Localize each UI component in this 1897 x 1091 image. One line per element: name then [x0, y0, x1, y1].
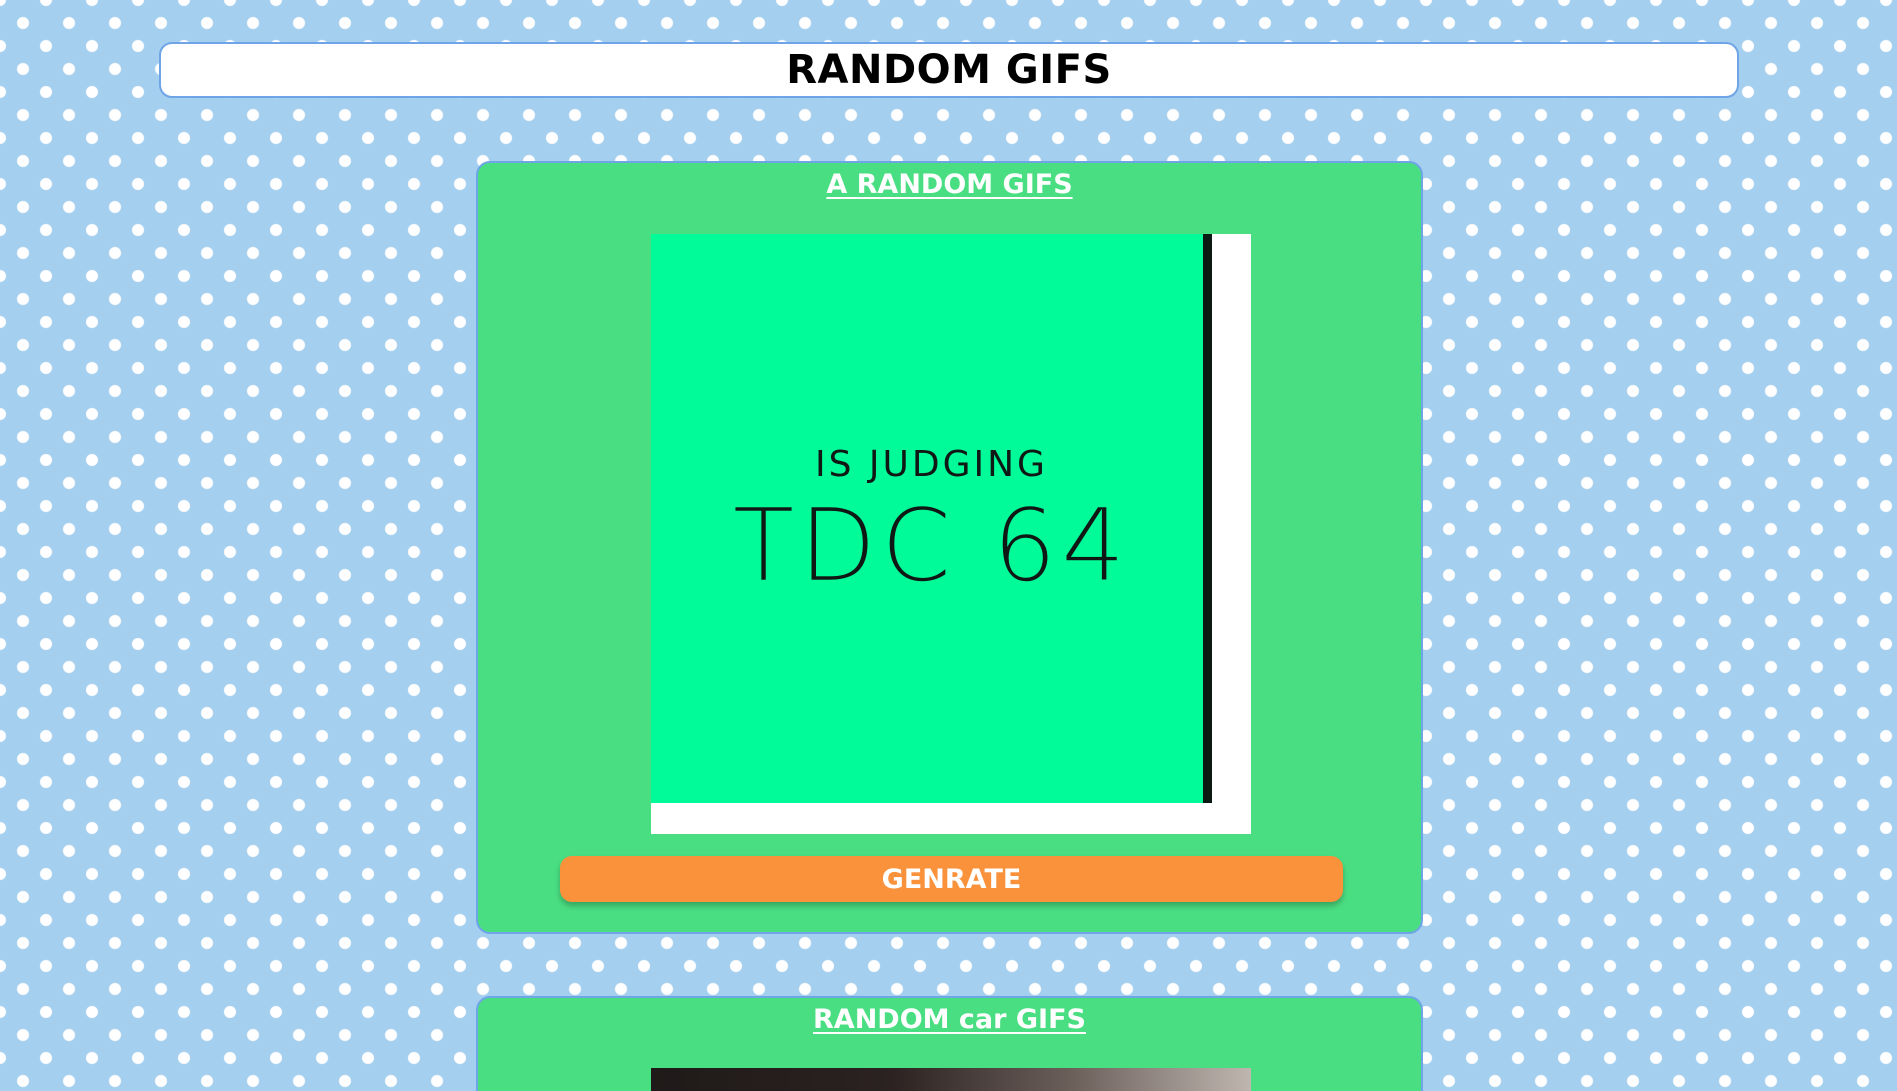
page-title: RANDOM GIFS	[786, 47, 1112, 93]
gif-text-line2: TDC 64	[733, 487, 1130, 604]
random-gif-card: A RANDOM GIFS IS JUDGING TDC 64 GENRATE	[476, 161, 1423, 934]
random-car-gif-card: RANDOM car GIFS	[476, 996, 1423, 1091]
gif-content: IS JUDGING TDC 64	[651, 234, 1212, 803]
page-header: RANDOM GIFS	[159, 42, 1739, 98]
gif-text-line1: IS JUDGING	[815, 444, 1048, 485]
random-gif-image: IS JUDGING TDC 64	[651, 234, 1251, 834]
generate-button[interactable]: GENRATE	[560, 856, 1343, 902]
random-gif-card-title-link[interactable]: A RANDOM GIFS	[478, 169, 1421, 200]
random-car-gif-image	[651, 1068, 1251, 1091]
random-car-gif-card-title-link[interactable]: RANDOM car GIFS	[478, 1004, 1421, 1035]
